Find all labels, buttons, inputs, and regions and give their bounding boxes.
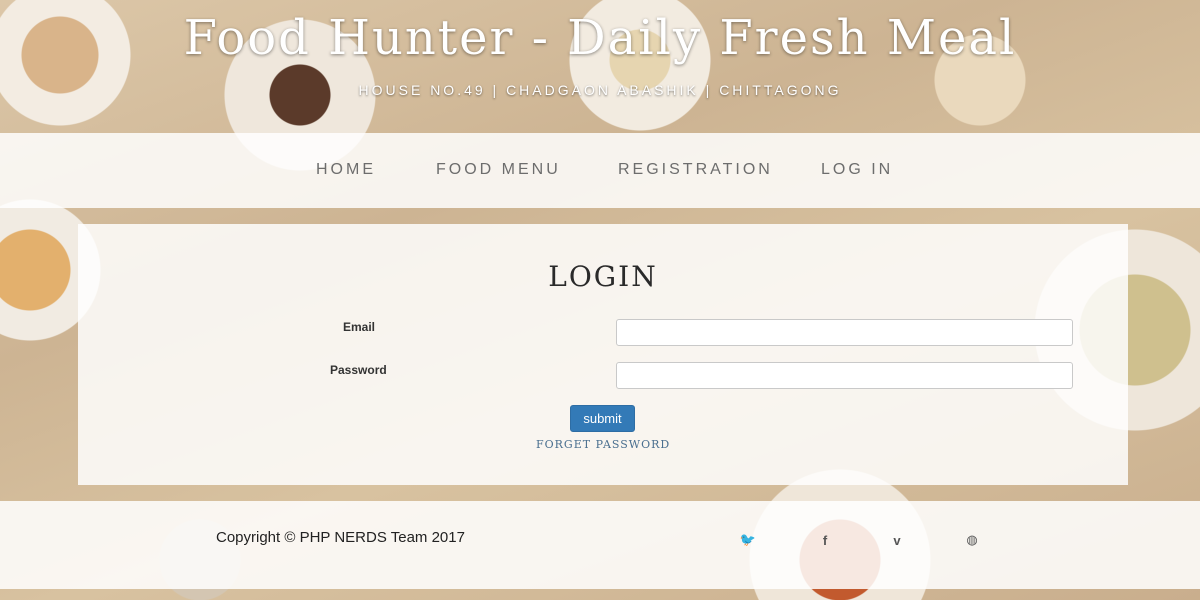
twitter-icon[interactable]: 🐦 xyxy=(739,531,757,549)
dribbble-icon[interactable]: ◍ xyxy=(963,531,981,549)
copyright-text: Copyright © PHP NERDS Team 2017 xyxy=(216,529,465,546)
site-address: HOUSE NO.49 | CHADGAON ABASHIK | CHITTAG… xyxy=(358,82,842,98)
navbar: HOME FOOD MENU REGISTRATION LOG IN xyxy=(0,133,1200,208)
footer: Copyright © PHP NERDS Team 2017 🐦 f v ◍ xyxy=(0,501,1200,589)
nav-item-home[interactable]: HOME xyxy=(316,161,376,179)
forget-password-link[interactable]: FORGET PASSWORD xyxy=(536,438,670,451)
login-panel: LOGIN Email Password submit FORGET PASSW… xyxy=(78,224,1128,485)
site-title: Food Hunter - Daily Fresh Meal xyxy=(183,10,1017,66)
nav-item-registration[interactable]: REGISTRATION xyxy=(618,161,773,179)
header: Food Hunter - Daily Fresh Meal HOUSE NO.… xyxy=(0,0,1200,133)
nav-item-log-in[interactable]: LOG IN xyxy=(821,161,893,179)
facebook-icon[interactable]: f xyxy=(816,531,834,549)
email-field[interactable] xyxy=(616,319,1073,346)
password-field[interactable] xyxy=(616,362,1073,389)
vimeo-icon[interactable]: v xyxy=(888,531,906,549)
login-title: LOGIN xyxy=(548,260,658,293)
email-label: Email xyxy=(343,320,376,334)
submit-button[interactable]: submit xyxy=(570,405,635,432)
nav-item-food-menu[interactable]: FOOD MENU xyxy=(436,161,561,179)
password-label: Password xyxy=(330,363,387,377)
